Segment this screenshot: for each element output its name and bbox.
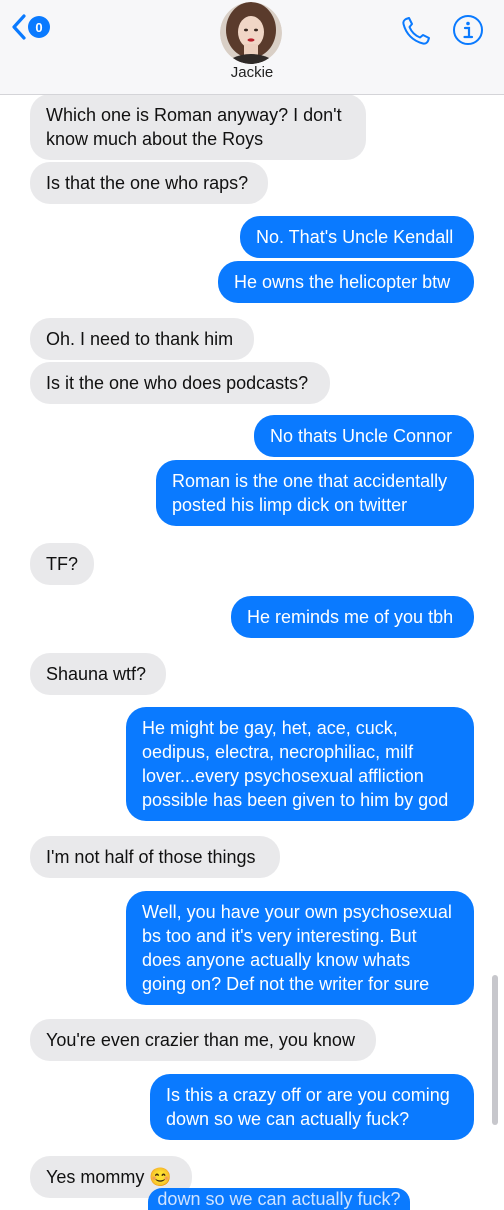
- message-bubble-incoming[interactable]: Oh. I need to thank him: [30, 318, 254, 360]
- message-bubble-outgoing[interactable]: He owns the helicopter btw: [218, 261, 474, 303]
- back-button[interactable]: 0: [12, 14, 50, 40]
- conversation-header: 0 Jackie: [0, 0, 504, 95]
- message-bubble-outgoing[interactable]: He might be gay, het, ace, cuck, oedipus…: [126, 707, 474, 821]
- message-bubble-incoming[interactable]: Is that the one who raps?: [30, 162, 268, 204]
- message-bubble-outgoing[interactable]: No. That's Uncle Kendall: [240, 216, 474, 258]
- message-thread: Which one is Roman anyway? I don't know …: [0, 0, 504, 1210]
- info-icon: [452, 15, 484, 50]
- message-bubble-outgoing[interactable]: Is this a crazy off or are you coming do…: [150, 1074, 474, 1140]
- message-bubble-incoming[interactable]: TF?: [30, 543, 94, 585]
- message-bubble-incoming[interactable]: I'm not half of those things: [30, 836, 280, 878]
- avatar[interactable]: [220, 2, 282, 64]
- scroll-indicator[interactable]: [492, 975, 498, 1125]
- info-button[interactable]: [452, 14, 484, 51]
- message-bubble-incoming[interactable]: Shauna wtf?: [30, 653, 166, 695]
- message-bubble-outgoing[interactable]: No thats Uncle Connor: [254, 415, 474, 457]
- message-bubble-incoming[interactable]: You're even crazier than me, you know: [30, 1019, 376, 1061]
- unread-count-badge: 0: [28, 16, 50, 38]
- message-bubble-outgoing[interactable]: Roman is the one that accidentally poste…: [156, 460, 474, 526]
- phone-icon: [400, 17, 432, 50]
- call-button[interactable]: [400, 16, 432, 51]
- message-bubble-outgoing[interactable]: Well, you have your own psychosexual bs …: [126, 891, 474, 1005]
- chevron-left-icon: [12, 14, 26, 40]
- message-bubble-outgoing[interactable]: He reminds me of you tbh: [231, 596, 474, 638]
- contact-name[interactable]: Jackie: [0, 64, 504, 81]
- message-bubble-incoming[interactable]: Which one is Roman anyway? I don't know …: [30, 94, 366, 160]
- message-bubble-incoming[interactable]: Is it the one who does podcasts?: [30, 362, 330, 404]
- overlay-cutoff-bubble: down so we can actually fuck?: [148, 1188, 410, 1210]
